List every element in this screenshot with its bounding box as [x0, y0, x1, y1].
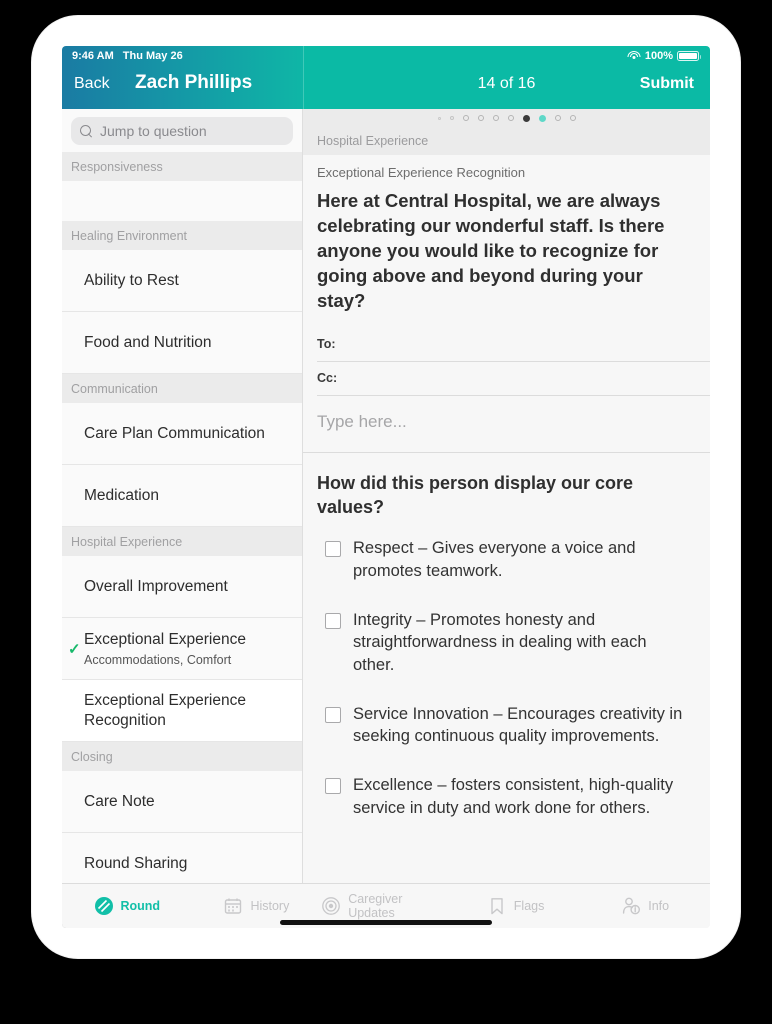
- cc-label: Cc:: [317, 371, 338, 386]
- sidebar-item-label: Exceptional Experience: [84, 630, 246, 648]
- search-placeholder: Jump to question: [100, 123, 207, 139]
- sidebar-item-care-note[interactable]: Care Note: [62, 771, 302, 833]
- note-textarea[interactable]: Type here...: [303, 395, 710, 452]
- sidebar-item-label: Care Plan Communication: [84, 424, 265, 442]
- sidebar-item-label: Overall Improvement: [84, 577, 228, 595]
- sidebar-section-responsiveness: Responsiveness: [62, 152, 302, 181]
- checkbox-icon[interactable]: [325, 706, 341, 723]
- option-label: Integrity – Promotes honesty and straigh…: [353, 610, 647, 674]
- tablet-device-frame: Back Zach Phillips 14 of 16 Submit 9:46 …: [32, 16, 740, 958]
- sidebar-item-ability-to-rest[interactable]: Ability to Rest: [62, 250, 302, 312]
- page-dot[interactable]: [507, 115, 514, 121]
- tab-history[interactable]: History: [192, 896, 322, 916]
- question-title: Here at Central Hospital, we are always …: [317, 190, 665, 311]
- calendar-icon: [223, 896, 243, 916]
- cc-field[interactable]: Cc:: [303, 361, 710, 395]
- tab-label: History: [250, 899, 290, 913]
- tab-round[interactable]: Round: [62, 896, 192, 916]
- tab-label: Info: [648, 899, 670, 913]
- question-sidebar[interactable]: Jump to question Responsiveness Healing …: [62, 109, 303, 928]
- page-dot[interactable]: [569, 115, 576, 121]
- page-dot[interactable]: [462, 115, 469, 121]
- sidebar-section-gap: [62, 181, 302, 221]
- page-dot[interactable]: [437, 116, 441, 120]
- option-label: Excellence – fosters consistent, high-qu…: [353, 776, 674, 817]
- sidebar-section-healing-environment: Healing Environment: [62, 221, 302, 250]
- to-label: To:: [317, 337, 336, 352]
- page-dot-next[interactable]: [538, 114, 546, 122]
- option-service-innovation[interactable]: Service Innovation – Encourages creativi…: [303, 703, 710, 748]
- sidebar-item-exceptional-experience-recognition[interactable]: Exceptional Experience Recognition: [62, 680, 302, 742]
- question-detail-pane: Hospital Experience Exceptional Experien…: [303, 109, 710, 928]
- checkmark-icon: ✓: [68, 640, 81, 658]
- tab-label: Flags: [513, 899, 545, 913]
- to-field[interactable]: To:: [303, 327, 710, 361]
- bookmark-icon: [487, 896, 507, 916]
- sidebar-section-hospital-experience: Hospital Experience: [62, 527, 302, 556]
- tab-label: Round: [120, 899, 161, 913]
- tab-label: Caregiver Updates: [348, 892, 403, 920]
- search-icon: [80, 124, 93, 138]
- tab-flags[interactable]: Flags: [451, 896, 581, 916]
- sidebar-item-sublabel: Accommodations, Comfort: [84, 653, 232, 668]
- sidebar-item-label: Care Note: [84, 792, 155, 810]
- sidebar-item-label: Exceptional Experience Recognition: [84, 692, 246, 729]
- target-icon: [321, 896, 341, 916]
- sidebar-item-overall-improvement[interactable]: Overall Improvement: [62, 556, 302, 618]
- round-icon: [94, 896, 114, 916]
- checkbox-icon[interactable]: [325, 612, 341, 629]
- page-dot-current[interactable]: [522, 114, 530, 122]
- tablet-screen: Back Zach Phillips 14 of 16 Submit 9:46 …: [62, 46, 710, 928]
- option-integrity[interactable]: Integrity – Promotes honesty and straigh…: [303, 609, 710, 676]
- navigation-bar: Back Zach Phillips 14 of 16 Submit: [62, 46, 710, 109]
- tab-info[interactable]: Info: [580, 896, 710, 916]
- page-dot[interactable]: [477, 115, 484, 121]
- question-name: Exceptional Experience Recognition: [317, 165, 526, 180]
- checkbox-icon[interactable]: [325, 778, 341, 795]
- patient-name: Zach Phillips: [135, 72, 253, 93]
- search-container: Jump to question: [62, 109, 302, 152]
- question-2-title: How did this person display our core val…: [317, 472, 634, 518]
- sidebar-item-medication[interactable]: Medication: [62, 465, 302, 527]
- sidebar-section-communication: Communication: [62, 374, 302, 403]
- core-values-options: Respect – Gives everyone a voice and pro…: [303, 525, 710, 818]
- question-block: Exceptional Experience Recognition Here …: [303, 155, 710, 314]
- option-label: Service Innovation – Encourages creativi…: [353, 704, 683, 746]
- submit-button[interactable]: Submit: [640, 75, 694, 93]
- page-indicator-dots[interactable]: [303, 109, 710, 127]
- sidebar-section-closing: Closing: [62, 742, 302, 771]
- option-respect[interactable]: Respect – Gives everyone a voice and pro…: [303, 537, 710, 582]
- person-info-icon: [621, 896, 641, 916]
- sidebar-item-label: Food and Nutrition: [84, 333, 212, 351]
- sidebar-item-label: Ability to Rest: [84, 271, 179, 289]
- option-excellence[interactable]: Excellence – fosters consistent, high-qu…: [303, 774, 710, 819]
- sidebar-item-label: Round Sharing: [84, 854, 188, 872]
- back-button[interactable]: Back: [74, 75, 110, 93]
- page-dot[interactable]: [492, 115, 499, 121]
- home-indicator: [280, 920, 492, 925]
- sidebar-item-care-plan-communication[interactable]: Care Plan Communication: [62, 403, 302, 465]
- page-dot[interactable]: [554, 115, 561, 121]
- sidebar-item-label: Medication: [84, 486, 159, 504]
- sidebar-item-exceptional-experience[interactable]: ✓ Exceptional Experience Accommodations,…: [62, 618, 302, 680]
- tab-caregiver-updates[interactable]: Caregiver Updates: [321, 892, 451, 920]
- sidebar-item-food-and-nutrition[interactable]: Food and Nutrition: [62, 312, 302, 374]
- section-banner: Hospital Experience: [303, 127, 710, 155]
- page-dot[interactable]: [449, 116, 454, 120]
- navbar-row: Back Zach Phillips 14 of 16 Submit: [62, 65, 710, 109]
- search-input[interactable]: Jump to question: [71, 117, 293, 145]
- option-label: Respect – Gives everyone a voice and pro…: [353, 539, 636, 580]
- checkbox-icon[interactable]: [325, 541, 341, 558]
